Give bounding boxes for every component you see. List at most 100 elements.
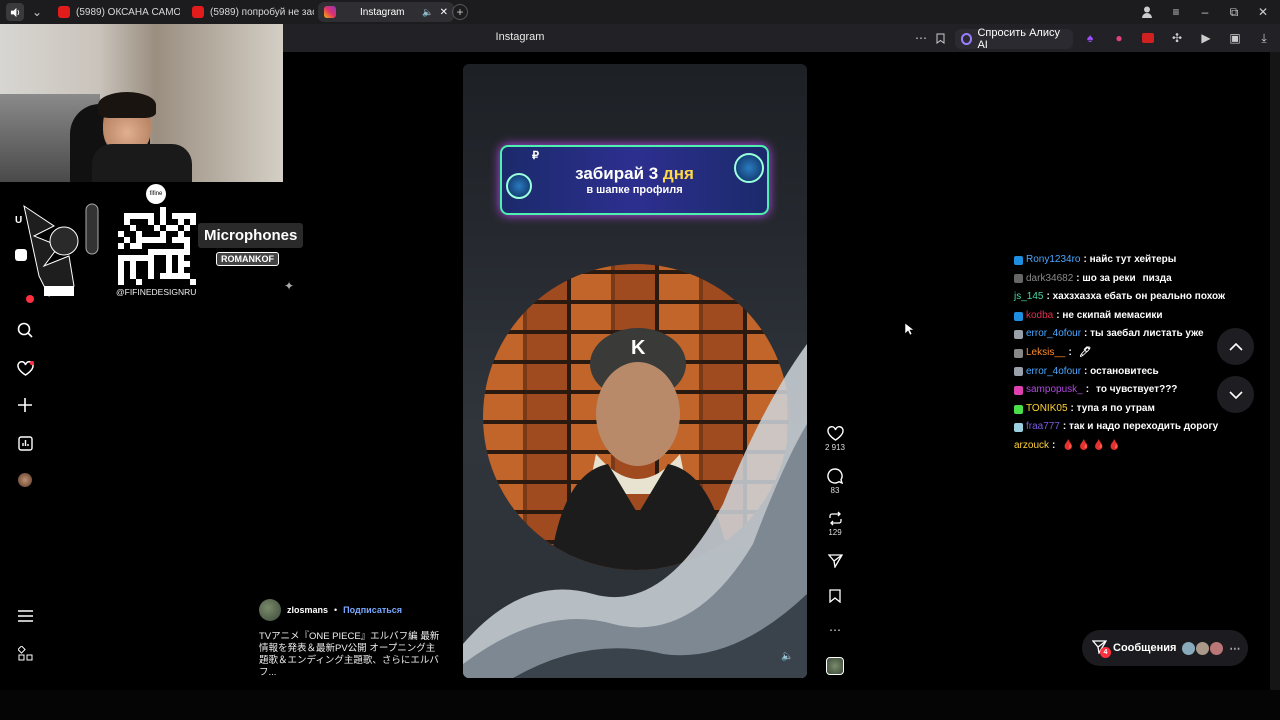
audio-track-thumbnail[interactable]	[826, 657, 844, 675]
new-tab-icon[interactable]: +	[452, 4, 468, 20]
fifine-logo: fifine	[146, 184, 166, 204]
extension-icon[interactable]: ♠	[1081, 29, 1099, 47]
notifications-heart-icon[interactable]	[14, 357, 36, 379]
chat-username: TONIK05	[1026, 402, 1068, 414]
chat-username: error_4ofour	[1026, 328, 1082, 340]
taskbar	[0, 690, 1280, 720]
chat-text: :	[1068, 346, 1072, 358]
chevron-down-icon	[1228, 390, 1243, 399]
banner-line1: забирай 3 дня	[575, 164, 694, 183]
chat-message: kodba: не скипай мемасики	[1014, 307, 1264, 326]
scrollbar[interactable]	[1270, 52, 1280, 690]
chat-message: js_145: хахзхазха ебать он реально похож	[1014, 288, 1264, 307]
chat-text: : хахзхазха ебать он реально похож	[1046, 291, 1226, 303]
extension-icon[interactable]: ●	[1110, 29, 1128, 47]
message-avatars	[1182, 641, 1224, 655]
profile-avatar[interactable]	[14, 469, 36, 491]
repost-button[interactable]: 129	[822, 511, 848, 537]
close-window-icon[interactable]: ✕	[1254, 3, 1272, 21]
webcam-shirt	[92, 144, 192, 182]
tab-audio-icon[interactable]: 🔈	[422, 7, 433, 18]
chevron-up-icon	[1228, 342, 1243, 351]
messages-button[interactable]: 4 Сообщения ⋯	[1082, 630, 1248, 666]
comment-icon	[827, 468, 843, 484]
banner-line2: в шапке профиля	[586, 184, 683, 196]
post-caption[interactable]: TVアニメ『ONE PIECE』エルバフ編 最新情報を発表＆最新PV公開 オープ…	[259, 631, 444, 679]
chat-badge-icon	[1014, 385, 1023, 395]
notification-dot	[26, 295, 34, 303]
chat-text: :	[1052, 439, 1056, 451]
chat-badge-icon	[1014, 330, 1023, 340]
chat-text: : так и надо переходить дорогу	[1062, 421, 1219, 433]
more-options-icon[interactable]: ⋯	[822, 623, 848, 637]
avatar	[1182, 641, 1196, 655]
media-play-icon[interactable]: ▶	[1197, 29, 1215, 47]
follow-link[interactable]: Подписаться	[343, 605, 402, 615]
chat-username: Leksis__	[1026, 346, 1066, 358]
share-button[interactable]	[822, 554, 848, 570]
chat-message: dark34682: шо за реки пизда	[1014, 270, 1264, 289]
comment-count: 83	[830, 486, 840, 495]
also-from-meta-icon[interactable]	[14, 642, 36, 664]
overlay-microphones-label: Microphones	[198, 223, 304, 248]
close-tab-icon[interactable]: ✕	[440, 7, 448, 18]
chat-extra: пизда	[1142, 272, 1172, 284]
insights-icon[interactable]	[14, 432, 36, 454]
extension-icon[interactable]	[1139, 29, 1157, 47]
more-icon[interactable]: ⋯	[912, 29, 930, 47]
save-button[interactable]	[822, 589, 848, 605]
collections-icon[interactable]: ▣	[1226, 29, 1244, 47]
download-icon[interactable]: ⤓	[1255, 29, 1273, 47]
page-title[interactable]: Instagram	[480, 31, 560, 43]
like-button[interactable]: 2 913	[822, 426, 848, 452]
tab-label: Instagram	[360, 6, 405, 18]
dot-separator: •	[334, 605, 338, 615]
chat-username: js_145	[1014, 291, 1044, 303]
comment-button[interactable]: 83	[822, 468, 848, 495]
author-avatar[interactable]	[259, 599, 281, 621]
menu-icon[interactable]: ≡	[1167, 3, 1185, 21]
more-icon: ⋯	[1229, 642, 1241, 655]
instagram-icon	[324, 6, 336, 18]
post-author[interactable]: zlosmans • Подписаться	[259, 599, 402, 621]
chat-badge-icon	[1014, 274, 1023, 284]
nav-partial-icon[interactable]	[15, 249, 27, 261]
tab-youtube-2[interactable]: (5989) попробуй не засм ✕	[186, 2, 314, 22]
profile-icon[interactable]	[1138, 3, 1156, 21]
chat-text: : тупа я по утрам	[1070, 402, 1155, 414]
chat-text: :	[1085, 384, 1090, 396]
chat-badge-icon	[1014, 255, 1023, 265]
extensions-puzzle-icon[interactable]: ✣	[1168, 29, 1186, 47]
search-icon[interactable]	[14, 319, 36, 341]
restore-icon[interactable]: ⧉	[1225, 3, 1243, 21]
previous-reel-button[interactable]	[1217, 328, 1254, 365]
author-username[interactable]: zlosmans	[287, 605, 328, 615]
wave-pattern	[463, 344, 807, 678]
avatar	[1210, 641, 1224, 655]
ask-alice-button[interactable]: Спросить Алису AI	[955, 27, 1073, 51]
next-reel-button[interactable]	[1217, 376, 1254, 413]
tab-instagram[interactable]: Instagram 🔈 ✕	[318, 2, 454, 22]
chat-username: arzouck	[1014, 439, 1050, 451]
more-menu-icon[interactable]	[14, 605, 36, 627]
messages-count-badge: 4	[1100, 646, 1111, 658]
chat-text: : ты заебал листать уже	[1084, 328, 1204, 340]
webcam-hair	[98, 92, 156, 118]
sparkle-icon: ✦	[284, 279, 295, 293]
chat-username: sampopusk_	[1026, 384, 1083, 396]
create-plus-icon[interactable]	[14, 394, 36, 416]
chat-badge-icon	[1014, 311, 1023, 321]
chat-message: arzouck: 🩸 🩸 🩸 🩸	[1014, 437, 1264, 456]
chat-badge-icon	[1014, 367, 1023, 377]
tab-list-chevron-icon[interactable]: ⌄	[28, 3, 46, 21]
mute-toggle-icon[interactable]: 🔈	[781, 651, 793, 662]
speaker-icon[interactable]	[6, 3, 24, 21]
nav-partial-icon[interactable]: U	[15, 215, 22, 226]
qr-module	[190, 279, 196, 285]
bookmark-icon[interactable]	[931, 29, 949, 47]
promo-banner[interactable]: забирай 3 дня в шапке профиля ₽	[500, 145, 769, 215]
minimize-icon[interactable]: –	[1196, 3, 1214, 21]
reel-video[interactable]: забирай 3 дня в шапке профиля ₽ K 🔈	[463, 64, 807, 678]
tab-youtube-1[interactable]: (5989) ОКСАНА САМОЙЛ	[52, 2, 180, 22]
tab-label: (5989) ОКСАНА САМОЙЛ	[76, 6, 180, 18]
